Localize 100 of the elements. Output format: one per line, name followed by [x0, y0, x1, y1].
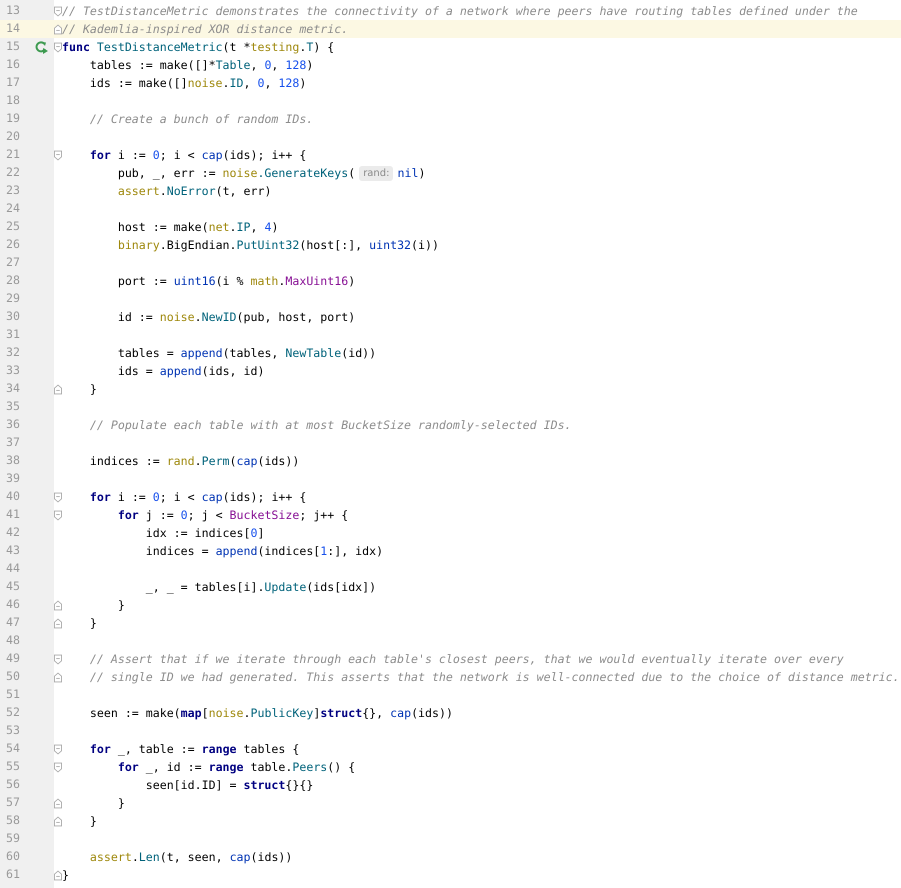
line-number: 38: [5, 452, 21, 470]
line-number: 22: [5, 164, 21, 182]
fold-icon[interactable]: [54, 798, 62, 808]
line-number: 25: [5, 218, 21, 236]
code-line: tables := make([]*Table, 0, 128): [88, 57, 314, 74]
code-line: // Create a bunch of random IDs.: [88, 111, 314, 128]
code-line: indices := rand.Perm(cap(ids)): [88, 453, 300, 470]
code-line: tables = append(tables, NewTable(id)): [116, 345, 376, 362]
run-icon[interactable]: [34, 40, 48, 54]
line-number: 40: [5, 488, 21, 506]
code-line: for _, id := range table.Peers() {: [116, 759, 356, 776]
code-line: seen[id.ID] = struct{}{}: [144, 777, 314, 794]
line-number: 48: [5, 632, 21, 650]
code-line: }: [88, 381, 97, 398]
fold-icon[interactable]: [54, 744, 62, 754]
code-line: // single ID we had generated. This asserts that the network is well-connected due to the choice of distance metric.: [88, 669, 900, 686]
code-line: for j := 0; j < BucketSize; j++ {: [116, 507, 348, 524]
line-number: 13: [5, 2, 21, 20]
fold-icon[interactable]: [54, 492, 62, 502]
line-number: 56: [5, 776, 21, 794]
fold-icon[interactable]: [54, 654, 62, 664]
fold-icon[interactable]: [54, 510, 62, 520]
code-line: ids = append(ids, id): [116, 363, 264, 380]
line-number: 29: [5, 290, 21, 308]
code-line: func TestDistanceMetric(t *testing.T) {: [62, 39, 334, 56]
fold-icon[interactable]: [54, 618, 62, 628]
code-line: port := uint16(i % math.MaxUint16): [116, 273, 356, 290]
code-line: // Populate each table with at most BucketSize randomly-selected IDs.: [88, 417, 572, 434]
code-line: }: [88, 813, 97, 830]
line-number: 33: [5, 362, 21, 380]
code-line: nil): [397, 165, 426, 182]
line-number: 49: [5, 650, 21, 668]
fold-icon[interactable]: [54, 384, 62, 394]
line-number: 34: [5, 380, 21, 398]
line-number: 45: [5, 578, 21, 596]
code-line: assert.Len(t, seen, cap(ids)): [88, 849, 292, 866]
fold-icon[interactable]: [54, 600, 62, 610]
fold-icon[interactable]: [54, 870, 62, 880]
line-number: 15: [5, 38, 21, 56]
fold-icon[interactable]: [54, 6, 62, 16]
line-number: 53: [5, 722, 21, 740]
line-number: 17: [5, 74, 21, 92]
line-number: 54: [5, 740, 21, 758]
fold-icon[interactable]: [54, 672, 62, 682]
fold-icon[interactable]: [54, 150, 62, 160]
code-line: for i := 0; i < cap(ids); i++ {: [88, 147, 306, 164]
fold-icon[interactable]: [54, 24, 62, 34]
line-number: 42: [5, 524, 21, 542]
line-number: 58: [5, 812, 21, 830]
code-line: indices = append(indices[1:], idx): [144, 543, 384, 560]
code-line: host := make(net.IP, 4): [116, 219, 278, 236]
code-line: // TestDistanceMetric demonstrates the connectivity of a network where peers have routing tables defined under the: [62, 3, 858, 20]
code-line: assert.NoError(t, err): [116, 183, 272, 200]
code-line: for i := 0; i < cap(ids); i++ {: [88, 489, 306, 506]
code-line: }: [116, 795, 125, 812]
code-line: for _, table := range tables {: [88, 741, 300, 758]
line-number: 31: [5, 326, 21, 344]
line-number: 32: [5, 344, 21, 362]
line-number: 14: [5, 20, 21, 38]
code-line: // Kademlia-inspired XOR distance metric.: [62, 21, 348, 38]
line-number: 55: [5, 758, 21, 776]
line-number: 51: [5, 686, 21, 704]
line-number: 20: [5, 128, 21, 146]
line-number: 59: [5, 830, 21, 848]
fold-icon[interactable]: [54, 762, 62, 772]
line-number: 37: [5, 434, 21, 452]
fold-icon[interactable]: [54, 42, 62, 52]
line-number: 57: [5, 794, 21, 812]
line-number: 61: [5, 866, 21, 884]
code-line: }: [116, 597, 125, 614]
line-number: 36: [5, 416, 21, 434]
code-line: }: [88, 615, 97, 632]
line-number: 44: [5, 560, 21, 578]
line-number: 26: [5, 236, 21, 254]
code-line: seen := make(map[noise.PublicKey]struct{}, cap(ids)): [88, 705, 453, 722]
line-number: 50: [5, 668, 21, 686]
fold-icon[interactable]: [54, 816, 62, 826]
line-number: 60: [5, 848, 21, 866]
code-line: pub, _, err := noise.GenerateKeys(: [116, 165, 356, 182]
line-number: 24: [5, 200, 21, 218]
line-number: 27: [5, 254, 21, 272]
line-number: 46: [5, 596, 21, 614]
line-number: 21: [5, 146, 21, 164]
line-number: 19: [5, 110, 21, 128]
code-line: idx := indices[0]: [144, 525, 264, 542]
code-line: id := noise.NewID(pub, host, port): [116, 309, 356, 326]
code-line: ids := make([]noise.ID, 0, 128): [88, 75, 306, 92]
code-line: _, _ = tables[i].Update(ids[idx]): [144, 579, 376, 596]
line-number: 43: [5, 542, 21, 560]
line-number: 30: [5, 308, 21, 326]
code-line: binary.BigEndian.PutUint32(host[:], uint32(i)): [116, 237, 439, 254]
line-number: 35: [5, 398, 21, 416]
line-number: 28: [5, 272, 21, 290]
parameter-hint: rand:: [359, 166, 394, 180]
line-number: 23: [5, 182, 21, 200]
line-number: 18: [5, 92, 21, 110]
line-number: 52: [5, 704, 21, 722]
code-line: }: [62, 867, 69, 884]
line-number: 16: [5, 56, 21, 74]
code-line: // Assert that if we iterate through each table's closest peers, that we would eventually iterate over every: [88, 651, 844, 668]
